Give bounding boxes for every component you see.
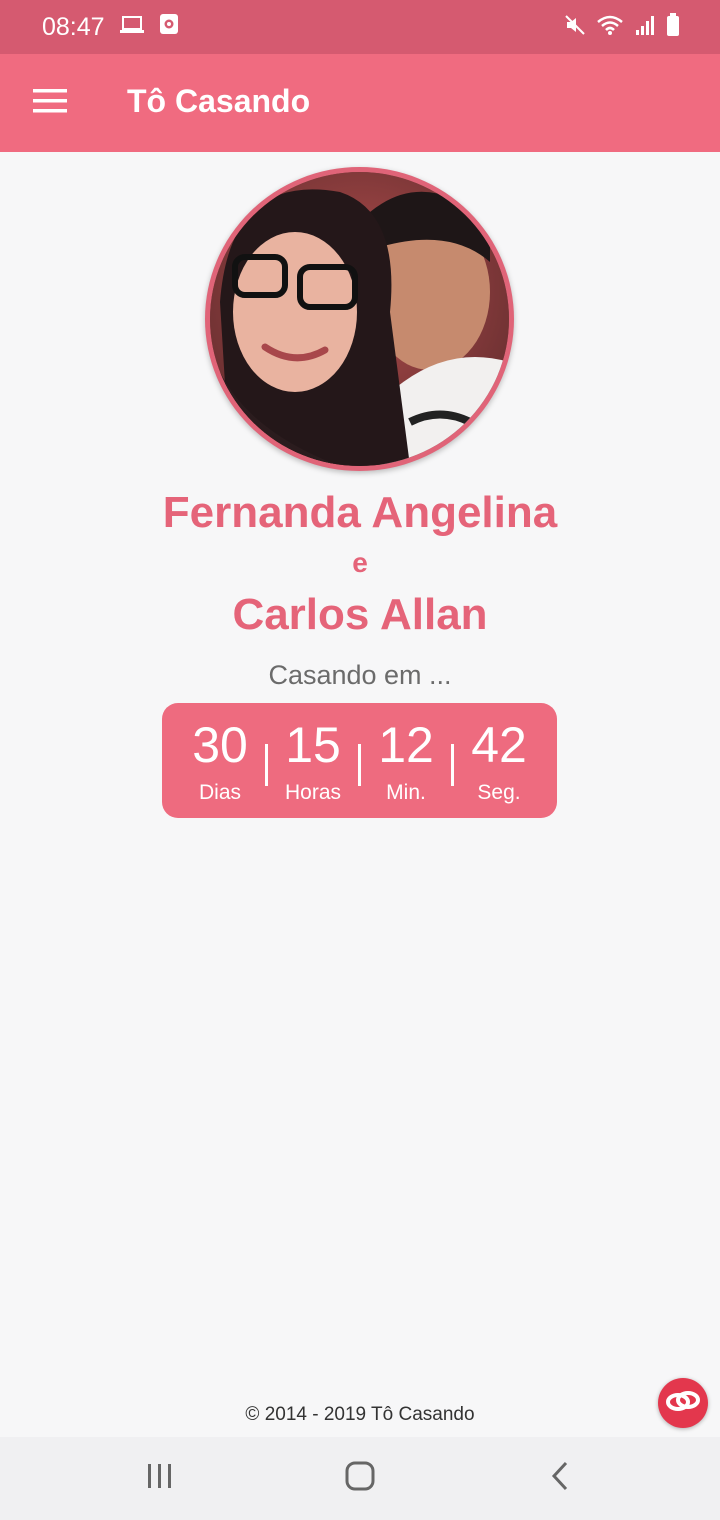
couple-photo-image <box>210 172 509 466</box>
groom-name: Carlos Allan <box>232 590 488 639</box>
status-bar: 08:47 <box>0 0 720 54</box>
countdown-seconds: 42 Seg. <box>456 716 542 806</box>
app-bar: Tô Casando <box>0 54 720 152</box>
hamburger-menu-icon <box>33 88 67 118</box>
app-title: Tô Casando <box>127 82 311 119</box>
countdown-minutes-label: Min. <box>386 780 426 804</box>
rings-fab-button[interactable] <box>658 1378 708 1428</box>
home-button[interactable] <box>320 1449 400 1509</box>
countdown-days-label: Dias <box>198 780 241 804</box>
countdown-seconds-value: 42 <box>471 716 527 773</box>
footer-copyright: © 2014 - 2019 Tô Casando <box>245 1404 475 1425</box>
home-icon <box>344 1460 376 1497</box>
back-button[interactable] <box>520 1449 600 1509</box>
couple-photo <box>205 167 514 471</box>
recent-apps-icon <box>145 1462 175 1495</box>
countdown-box: 30 Dias 15 Horas 12 Min. 42 Seg. <box>162 703 557 818</box>
countdown-minutes: 12 Min. <box>363 716 449 806</box>
countdown-seconds-label: Seg. <box>477 780 521 804</box>
countdown-subtitle: Casando em ... <box>268 660 452 690</box>
laptop-icon <box>119 13 145 42</box>
couple-names: Fernanda Angelina e Carlos Allan <box>0 485 720 645</box>
countdown-hours-label: Horas <box>284 780 342 804</box>
battery-icon <box>666 12 680 42</box>
signal-icon <box>634 14 656 41</box>
countdown-days-value: 30 <box>192 716 248 773</box>
bride-name: Fernanda Angelina <box>162 488 558 537</box>
countdown-hours: 15 Horas <box>270 716 356 806</box>
menu-button[interactable] <box>1 54 99 152</box>
names-conjunction: e <box>352 547 368 578</box>
countdown-hours-value: 15 <box>285 716 341 773</box>
system-nav-bar <box>0 1437 720 1520</box>
countdown-minutes-value: 12 <box>378 716 434 773</box>
countdown-separator <box>449 736 456 786</box>
media-icon <box>159 13 179 42</box>
wifi-icon <box>596 14 624 41</box>
status-time: 08:47 <box>42 12 105 41</box>
back-icon <box>550 1460 570 1497</box>
countdown-separator <box>356 736 363 786</box>
wedding-rings-icon <box>665 1389 701 1418</box>
mute-icon <box>564 14 586 41</box>
countdown-days: 30 Dias <box>177 716 263 806</box>
recent-apps-button[interactable] <box>120 1449 200 1509</box>
countdown-separator <box>263 736 270 786</box>
